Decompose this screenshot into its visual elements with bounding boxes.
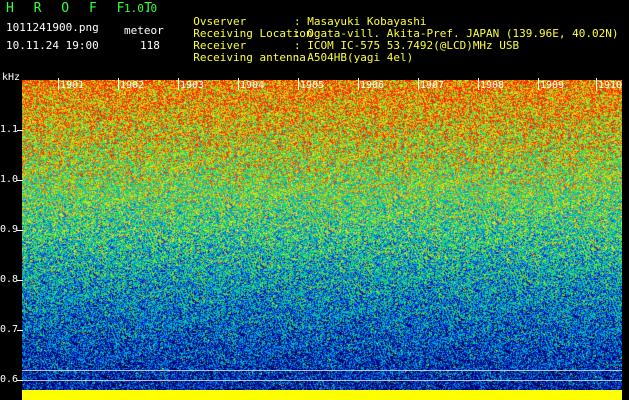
info-key: Receiving antenna — [193, 51, 306, 64]
x-tick-label: 1910 — [598, 80, 623, 91]
x-tick — [358, 78, 359, 90]
y-tick — [17, 230, 23, 231]
spectrogram-canvas — [22, 80, 622, 400]
x-tick — [238, 78, 239, 90]
y-tick — [17, 130, 23, 131]
spectrogram-plot — [22, 80, 622, 400]
app-version: 1.0.0 — [124, 2, 158, 15]
x-tick — [118, 78, 119, 90]
x-tick-label: 1908 — [480, 80, 505, 91]
x-tick — [478, 78, 479, 90]
x-tick — [538, 78, 539, 90]
y-tick-label: 0.8 — [0, 274, 19, 285]
baseline-band — [22, 390, 622, 400]
x-tick-label: 1902 — [120, 80, 145, 91]
x-tick-label: 1903 — [180, 80, 205, 91]
hroft-spectrogram-window: { "header": { "app_title": "H R O F F T"… — [0, 0, 629, 400]
x-tick — [596, 78, 597, 90]
x-tick-label: 1909 — [540, 80, 565, 91]
file-name: 1011241900.png — [6, 21, 99, 34]
x-tick — [58, 78, 59, 90]
reference-line — [22, 380, 622, 381]
x-tick-label: 1905 — [300, 80, 325, 91]
y-tick-label: 0.9 — [0, 224, 19, 235]
date-time: 10.11.24 19:00 — [6, 39, 99, 52]
x-tick — [418, 78, 419, 90]
x-tick — [178, 78, 179, 90]
x-tick-label: 1907 — [420, 80, 445, 91]
y-tick-label: 0.7 — [0, 324, 19, 335]
y-axis-unit: kHz — [2, 72, 21, 83]
x-tick-label: 1904 — [240, 80, 265, 91]
meteor-count: 118 — [140, 39, 160, 52]
y-tick-label: 1.1 — [0, 124, 19, 135]
reference-line — [22, 370, 622, 371]
y-tick-label: 1.0 — [0, 174, 19, 185]
meteor-label: meteor — [124, 24, 164, 37]
info-value: : A504HB(yagi 4el) — [294, 51, 414, 64]
y-tick-label: 0.6 — [0, 374, 19, 385]
info-row-antenna: Receiving antenna: A504HB(yagi 4el) — [180, 40, 413, 64]
x-tick-label: 1901 — [60, 80, 85, 91]
y-tick — [17, 180, 23, 181]
x-tick-label: 1906 — [360, 80, 385, 91]
y-tick — [17, 280, 23, 281]
y-tick — [17, 330, 23, 331]
x-tick — [298, 78, 299, 90]
